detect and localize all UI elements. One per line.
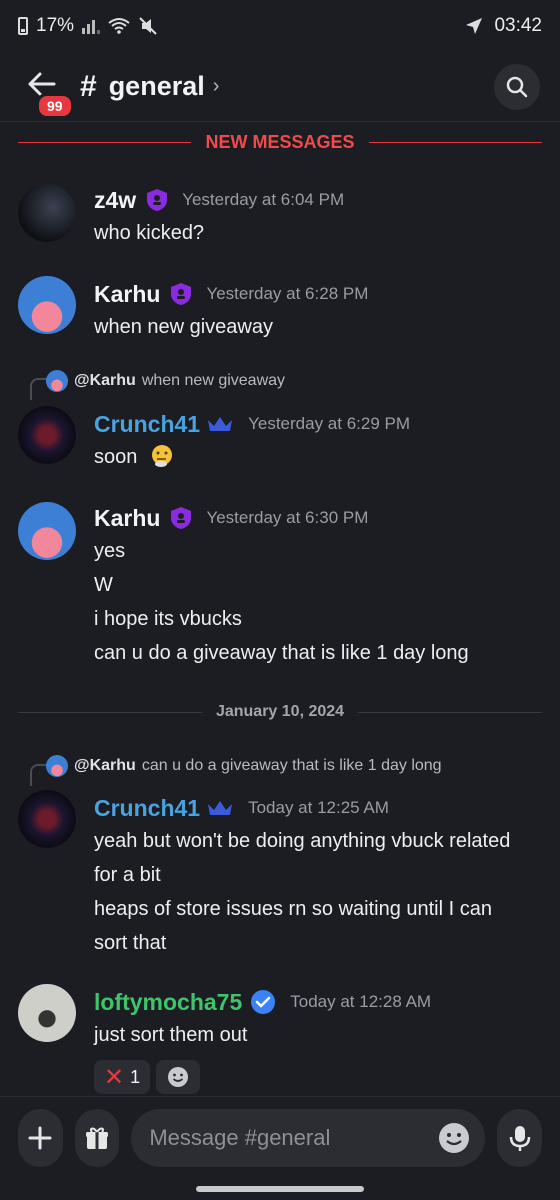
role-shield-icon [171, 283, 192, 305]
message-text: just sort them out [94, 1024, 248, 1046]
search-button[interactable] [494, 63, 540, 110]
emoji-picker-icon[interactable] [437, 1121, 471, 1155]
message-text: i hope its vbucks [94, 608, 242, 630]
avatar[interactable] [18, 184, 76, 242]
clock: 03:42 [494, 15, 542, 36]
avatar[interactable] [18, 406, 76, 464]
message-text: who kicked? [94, 222, 205, 244]
battery-percent: 17% [36, 15, 75, 36]
add-reaction-button[interactable] [156, 1060, 201, 1094]
timestamp: Yesterday at 6:30 PM [206, 508, 369, 527]
gift-button[interactable] [74, 1108, 120, 1167]
author-name[interactable]: Crunch41 [94, 411, 200, 438]
message-text: when new giveaway [94, 316, 273, 338]
channel-header: 99 # general › [0, 52, 560, 122]
message-text: for a bit [94, 864, 161, 886]
smiley-icon [168, 1067, 189, 1087]
wifi-icon [108, 18, 130, 34]
message-text: heaps of store issues rn so waiting unti… [94, 898, 492, 920]
crown-icon [208, 417, 233, 431]
x-mark-icon: ✕ [104, 1063, 125, 1091]
role-shield-icon [171, 507, 192, 529]
message-text: sort that [94, 932, 167, 954]
chevron-right-icon[interactable]: › [213, 75, 220, 98]
reply-avatar [46, 370, 68, 392]
reply-author: @Karhu [74, 372, 136, 389]
date-label: January 10, 2024 [215, 703, 345, 720]
signal-icon [82, 18, 101, 34]
crown-icon [208, 801, 233, 815]
battery-icon [18, 17, 28, 35]
timestamp: Yesterday at 6:04 PM [182, 190, 345, 209]
channel-name[interactable]: general [109, 71, 205, 102]
message-text: soon [94, 440, 548, 474]
date-divider: January 10, 2024 [18, 703, 542, 721]
timestamp: Today at 12:25 AM [248, 798, 389, 817]
author-name[interactable]: Crunch41 [94, 795, 200, 822]
author-name[interactable]: Karhu [94, 505, 160, 532]
message-text: can u do a giveaway that is like 1 day l… [94, 642, 469, 664]
message-input[interactable] [149, 1124, 438, 1151]
reactions-bar: ✕ 1 [94, 1060, 548, 1094]
avatar[interactable] [18, 276, 76, 334]
author-name[interactable]: loftymocha75 [94, 989, 242, 1016]
avatar[interactable] [18, 984, 76, 1042]
message-composer [0, 1096, 560, 1178]
add-attachment-button[interactable] [18, 1108, 63, 1167]
author-name[interactable]: Karhu [94, 281, 160, 308]
reply-reference[interactable]: @Karhu when new giveaway [46, 370, 285, 392]
unread-badge: 99 [36, 92, 74, 119]
search-icon [506, 76, 528, 97]
message-text: yeah but won't be doing anything vbuck r… [94, 830, 511, 852]
reply-avatar [46, 755, 68, 777]
message-text: W [94, 574, 113, 596]
message-text: yes [94, 540, 126, 562]
thinking-emoji-icon [151, 445, 172, 467]
mute-icon [139, 17, 157, 35]
reply-author: @Karhu [74, 757, 136, 774]
home-indicator[interactable] [196, 1186, 364, 1192]
avatar[interactable] [18, 502, 76, 560]
timestamp: Today at 12:28 AM [290, 992, 432, 1011]
gift-icon [86, 1127, 108, 1149]
reply-reference[interactable]: @Karhu can u do a giveaway that is like … [46, 755, 442, 777]
location-arrow-icon [466, 18, 483, 34]
timestamp: Yesterday at 6:28 PM [206, 284, 369, 303]
timestamp: Yesterday at 6:29 PM [248, 414, 411, 433]
role-shield-icon [147, 189, 168, 211]
new-messages-divider: NEW MESSAGES [18, 132, 542, 153]
reply-text: can u do a giveaway that is like 1 day l… [141, 757, 442, 774]
verified-badge-icon [251, 990, 276, 1014]
new-messages-label: NEW MESSAGES [205, 132, 355, 152]
status-bar: 17% 03:42 [0, 0, 560, 52]
avatar[interactable] [18, 790, 76, 848]
message-input-container [131, 1108, 486, 1167]
author-name[interactable]: z4w [94, 187, 136, 214]
channel-hash-icon: # [80, 69, 97, 103]
reaction-x[interactable]: ✕ 1 [94, 1060, 151, 1094]
voice-message-button[interactable] [497, 1108, 543, 1167]
reaction-count: 1 [130, 1066, 141, 1087]
back-button[interactable]: 99 [20, 65, 74, 119]
microphone-icon [509, 1125, 530, 1151]
plus-icon [28, 1126, 52, 1149]
reply-text: when new giveaway [141, 372, 286, 389]
